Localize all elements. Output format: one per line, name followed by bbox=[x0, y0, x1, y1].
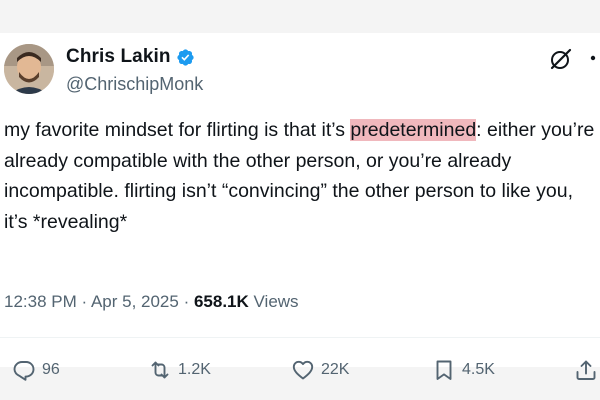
author-name-row: Chris Lakin bbox=[66, 46, 195, 68]
avatar[interactable] bbox=[4, 44, 54, 94]
like-count: 22K bbox=[321, 361, 350, 378]
tweet-meta: 12:38 PM · Apr 5, 2025 · 658.1K Views bbox=[4, 292, 299, 312]
meta-separator: · bbox=[76, 292, 91, 311]
share-icon bbox=[576, 360, 596, 380]
reply-button[interactable]: 96 bbox=[12, 356, 60, 384]
action-bar: 96 1.2K 22K 4.5K bbox=[0, 356, 600, 384]
tweet-text-start: my favorite mindset for flirting is that… bbox=[4, 119, 351, 141]
share-button[interactable] bbox=[574, 356, 598, 384]
views-label: Views bbox=[248, 292, 299, 311]
verified-badge-icon[interactable] bbox=[176, 48, 195, 67]
reply-icon bbox=[13, 361, 35, 381]
grok-icon[interactable] bbox=[549, 47, 573, 71]
meta-separator: · bbox=[178, 292, 194, 311]
author-handle[interactable]: @ChrischipMonk bbox=[66, 74, 203, 95]
reply-count: 96 bbox=[42, 361, 60, 378]
tweet-time[interactable]: 12:38 PM bbox=[4, 292, 77, 311]
bookmark-button[interactable]: 4.5K bbox=[432, 356, 495, 384]
more-icon[interactable] bbox=[590, 55, 600, 61]
repost-count: 1.2K bbox=[178, 361, 211, 378]
avatar-image bbox=[4, 44, 54, 94]
tweet-text: my favorite mindset for flirting is that… bbox=[4, 115, 600, 237]
author-name[interactable]: Chris Lakin bbox=[66, 46, 171, 68]
like-icon bbox=[292, 360, 314, 380]
tweet-highlight: predetermined bbox=[350, 119, 477, 141]
like-button[interactable]: 22K bbox=[291, 356, 349, 384]
views-count: 658.1K bbox=[193, 292, 249, 311]
repost-button[interactable]: 1.2K bbox=[148, 356, 211, 384]
divider bbox=[0, 337, 600, 338]
bookmark-icon bbox=[436, 360, 452, 380]
bookmark-count: 4.5K bbox=[462, 361, 495, 378]
tweet-date[interactable]: Apr 5, 2025 bbox=[91, 292, 179, 311]
tweet-card: Chris Lakin @ChrischipMonk my favorite m… bbox=[0, 33, 600, 381]
repost-icon bbox=[151, 361, 169, 379]
